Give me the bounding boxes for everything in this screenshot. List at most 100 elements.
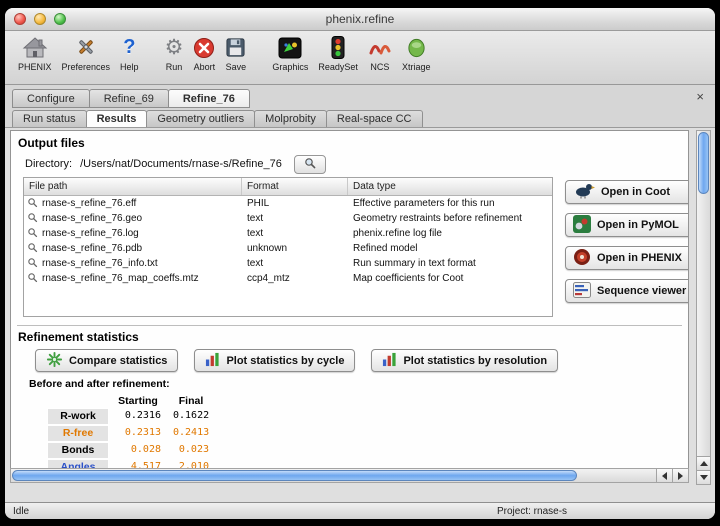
bar-chart-icon	[382, 352, 397, 370]
tab-refine-76[interactable]: Refine_76	[168, 89, 250, 108]
scroll-up-arrow[interactable]	[697, 456, 710, 470]
down-arrow-icon	[700, 475, 708, 480]
toolbar-button-preferences[interactable]: Preferences	[57, 34, 116, 72]
toolbar-button-help[interactable]: ? Help	[115, 34, 144, 72]
stat-value: 0.023	[167, 442, 215, 459]
stat-value: 0.2316	[109, 408, 167, 425]
magnifier-icon	[27, 242, 38, 256]
toolbar-button-ncs[interactable]: NCS	[363, 34, 397, 72]
stat-value: 0.028	[109, 442, 167, 459]
table-row[interactable]: rnase-s_refine_76.pdb unknown Refined mo…	[24, 241, 552, 256]
traffic-lights	[14, 13, 66, 25]
scroll-right-arrow[interactable]	[672, 469, 688, 482]
file-format: text	[242, 213, 348, 224]
toolbar-label: ReadySet	[318, 62, 358, 72]
file-name: rnase-s_refine_76_info.txt	[42, 258, 158, 269]
titlebar[interactable]: phenix.refine	[5, 8, 715, 31]
status-text: Idle	[5, 506, 29, 517]
stats-column-final: Final	[167, 394, 215, 408]
open-in-coot-button[interactable]: Open in Coot	[565, 180, 689, 204]
table-row[interactable]: rnase-s_refine_76_map_coeffs.mtz ccp4_mt…	[24, 271, 552, 286]
toolbar-button-save[interactable]: Save	[220, 34, 251, 72]
tab-geometry-outliers[interactable]: Geometry outliers	[146, 110, 255, 127]
stat-value: 0.2313	[109, 425, 167, 442]
plot-by-resolution-button[interactable]: Plot statistics by resolution	[371, 349, 558, 372]
column-data-type[interactable]: Data type	[348, 178, 552, 195]
compare-sparkle-icon	[46, 351, 63, 371]
file-name: rnase-s_refine_76_map_coeffs.mtz	[42, 273, 199, 284]
scroll-left-arrow[interactable]	[656, 469, 672, 482]
window-title: phenix.refine	[326, 12, 395, 26]
tab-refine-69[interactable]: Refine_69	[89, 89, 169, 108]
zoom-button[interactable]	[54, 13, 66, 25]
horizontal-scrollbar[interactable]	[10, 468, 689, 483]
table-row[interactable]: rnase-s_refine_76.log text phenix.refine…	[24, 226, 552, 241]
magnifier-icon	[27, 227, 38, 241]
vertical-scrollbar-thumb[interactable]	[698, 132, 709, 194]
toolbar-button-phenix[interactable]: PHENIX	[13, 34, 57, 72]
button-label: Plot statistics by cycle	[226, 355, 344, 367]
magnifier-icon	[27, 197, 38, 211]
vertical-scrollbar-arrows	[697, 456, 710, 484]
sequence-viewer-button[interactable]: Sequence viewer	[565, 279, 689, 303]
output-files-table[interactable]: File path Format Data type rnase-s_refin…	[23, 177, 553, 317]
horizontal-scrollbar-arrows	[656, 469, 688, 482]
tab-label: Refine_76	[183, 93, 235, 105]
table-header[interactable]: File path Format Data type	[24, 178, 552, 196]
pymol-icon	[573, 215, 591, 236]
column-file-path[interactable]: File path	[24, 178, 242, 195]
bar-chart-icon	[205, 352, 220, 370]
compare-statistics-button[interactable]: Compare statistics	[35, 349, 178, 372]
help-icon: ?	[123, 34, 135, 61]
file-name: rnase-s_refine_76.pdb	[42, 243, 142, 254]
file-type: Geometry restraints before refinement	[348, 213, 552, 224]
secondary-tab-bar: Run status Results Geometry outliers Mol…	[5, 108, 715, 128]
primary-tab-bar: Configure Refine_69 Refine_76 ×	[5, 85, 715, 108]
table-row[interactable]: rnase-s_refine_76_info.txt text Run summ…	[24, 256, 552, 271]
stats-row-r-free: R-free 0.2313 0.2413	[47, 425, 682, 442]
ncs-icon	[368, 34, 392, 61]
stat-value: 0.1622	[167, 408, 215, 425]
table-row[interactable]: rnase-s_refine_76.geo text Geometry rest…	[24, 211, 552, 226]
horizontal-scrollbar-thumb[interactable]	[12, 470, 577, 481]
toolbar-button-graphics[interactable]: Graphics	[267, 34, 313, 72]
abort-icon	[193, 34, 215, 61]
file-name: rnase-s_refine_76.geo	[42, 213, 142, 224]
coot-bird-icon	[573, 182, 595, 202]
preferences-tools-icon	[74, 34, 98, 61]
run-gear-icon: ⚙	[165, 34, 184, 61]
phenix-home-icon	[22, 34, 48, 61]
tab-run-status[interactable]: Run status	[12, 110, 87, 127]
magnifier-icon	[27, 257, 38, 271]
stats-column-starting: Starting	[109, 394, 167, 408]
toolbar-label: NCS	[370, 62, 389, 72]
browse-directory-button[interactable]	[294, 155, 326, 174]
column-format[interactable]: Format	[242, 178, 348, 195]
stat-label: R-free	[47, 425, 109, 442]
tab-molprobity[interactable]: Molprobity	[254, 110, 327, 127]
close-tab-icon[interactable]: ×	[693, 89, 707, 106]
toolbar-button-abort[interactable]: Abort	[188, 34, 220, 72]
plot-by-cycle-button[interactable]: Plot statistics by cycle	[194, 349, 355, 372]
table-row[interactable]: rnase-s_refine_76.eff PHIL Effective par…	[24, 196, 552, 211]
toolbar-button-readyset[interactable]: ReadySet	[313, 34, 363, 72]
directory-row: Directory: /Users/nat/Documents/rnase-s/…	[25, 155, 682, 173]
tab-results[interactable]: Results	[86, 110, 148, 127]
minimize-button[interactable]	[34, 13, 46, 25]
vertical-scrollbar[interactable]	[696, 130, 711, 485]
open-in-phenix-button[interactable]: Open in PHENIX	[565, 246, 689, 270]
tab-label: Molprobity	[265, 113, 316, 125]
open-in-pymol-button[interactable]: Open in PyMOL	[565, 213, 689, 237]
directory-path: /Users/nat/Documents/rnase-s/Refine_76	[80, 158, 282, 170]
stat-value: 0.2413	[167, 425, 215, 442]
toolbar-label: Xtriage	[402, 62, 431, 72]
tab-configure[interactable]: Configure	[12, 89, 90, 108]
toolbar-button-run[interactable]: ⚙ Run	[160, 34, 189, 72]
toolbar-button-xtriage[interactable]: Xtriage	[397, 34, 436, 72]
scroll-down-arrow[interactable]	[697, 470, 710, 484]
tab-label: Run status	[23, 113, 76, 125]
tab-label: Refine_69	[104, 93, 154, 105]
graphics-icon	[278, 34, 302, 61]
tab-real-space-cc[interactable]: Real-space CC	[326, 110, 423, 127]
close-button[interactable]	[14, 13, 26, 25]
